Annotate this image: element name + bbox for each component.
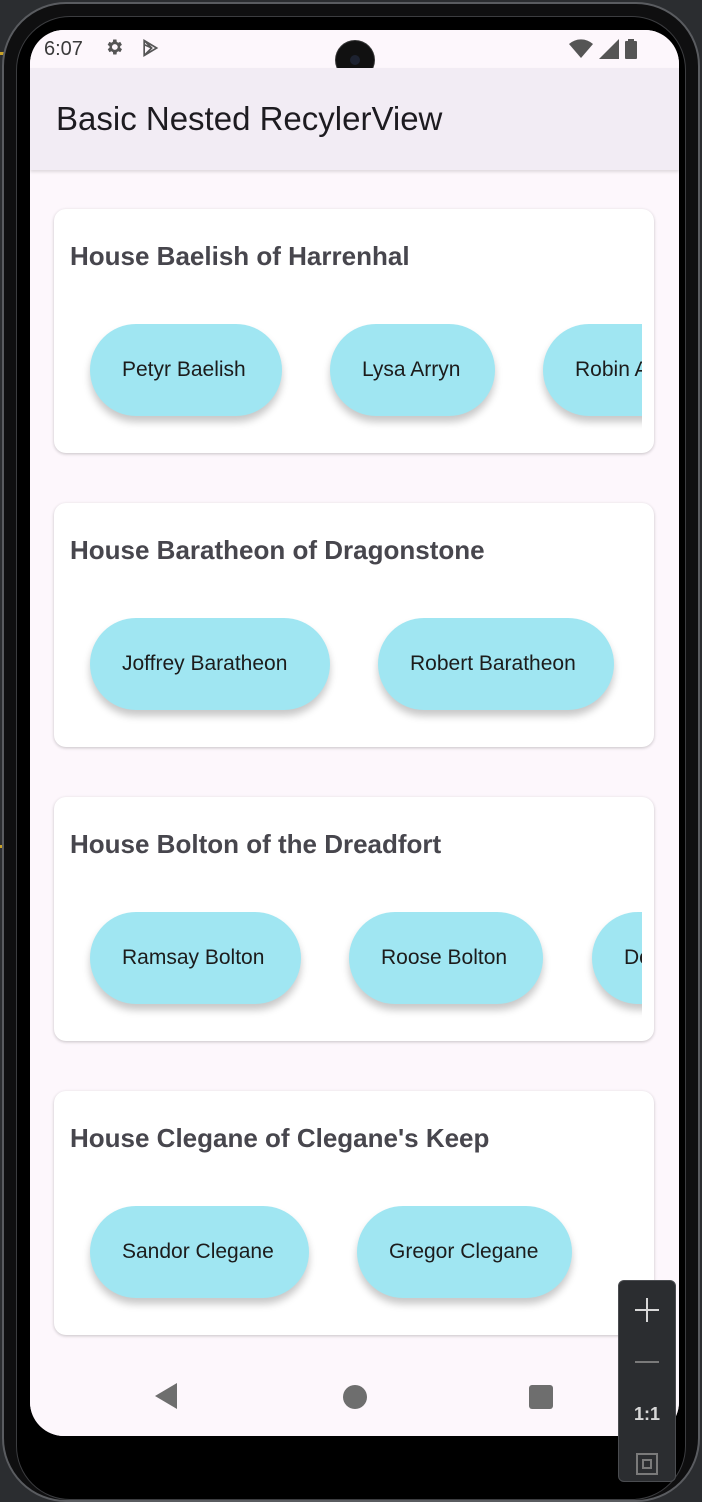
house-card: House Baelish of Harrenhal Petyr Baelish… bbox=[54, 209, 654, 453]
member-row[interactable]: Petyr Baelish Lysa Arryn Robin Arryn bbox=[70, 324, 642, 434]
navigation-bar bbox=[30, 1358, 679, 1436]
member-chip[interactable]: Gregor Clegane bbox=[357, 1206, 572, 1298]
house-title: House Clegane of Clegane's Keep bbox=[70, 1123, 490, 1153]
house-title: House Bolton of the Dreadfort bbox=[70, 829, 442, 859]
member-row[interactable]: Ramsay Bolton Roose Bolton Domeric Bolto… bbox=[70, 912, 642, 1022]
house-card: House Clegane of Clegane's Keep Sandor C… bbox=[54, 1091, 654, 1335]
recents-icon[interactable] bbox=[529, 1385, 553, 1409]
zoom-fit-button[interactable] bbox=[619, 1439, 675, 1489]
fit-screen-icon bbox=[636, 1453, 658, 1475]
member-row[interactable]: Sandor Clegane Gregor Clegane bbox=[70, 1206, 642, 1316]
member-chip[interactable]: Robert Baratheon bbox=[378, 618, 614, 710]
member-row[interactable]: Joffrey Baratheon Robert Baratheon bbox=[70, 618, 642, 728]
member-chip[interactable]: Roose Bolton bbox=[349, 912, 543, 1004]
emulator-zoom-controls: 1:1 bbox=[618, 1280, 676, 1482]
member-chip[interactable]: Petyr Baelish bbox=[90, 324, 282, 416]
house-title: House Baratheon of Dragonstone bbox=[70, 535, 485, 565]
house-card: House Bolton of the Dreadfort Ramsay Bol… bbox=[54, 797, 654, 1041]
back-icon[interactable] bbox=[154, 1382, 178, 1410]
zoom-reset-button[interactable]: 1:1 bbox=[619, 1389, 675, 1439]
device-screen: 6:07 Basic Nested RecylerView House Bael… bbox=[30, 30, 679, 1436]
member-chip[interactable]: Domeric Bolton bbox=[592, 912, 642, 1004]
house-list[interactable]: House Baelish of Harrenhal Petyr Baelish… bbox=[30, 170, 679, 1360]
house-title: House Baelish of Harrenhal bbox=[70, 241, 410, 271]
status-time: 6:07 bbox=[44, 38, 83, 60]
home-icon[interactable] bbox=[343, 1385, 367, 1409]
wifi-icon bbox=[569, 39, 593, 58]
member-chip[interactable]: Robin Arryn bbox=[543, 324, 642, 416]
play-store-icon bbox=[143, 39, 159, 57]
member-chip[interactable]: Ramsay Bolton bbox=[90, 912, 301, 1004]
zoom-reset-label: 1:1 bbox=[633, 1403, 660, 1424]
member-chip[interactable]: Lysa Arryn bbox=[330, 324, 495, 416]
battery-icon bbox=[625, 39, 637, 59]
app-title: Basic Nested RecylerView bbox=[56, 100, 443, 137]
status-bar: 6:07 bbox=[30, 30, 679, 79]
app-bar: Basic Nested RecylerView bbox=[30, 68, 679, 170]
house-card: House Baratheon of Dragonstone Joffrey B… bbox=[54, 503, 654, 747]
minus-icon bbox=[635, 1361, 659, 1363]
member-chip[interactable]: Joffrey Baratheon bbox=[90, 618, 330, 710]
status-right-icons bbox=[569, 39, 637, 59]
gear-icon bbox=[107, 39, 122, 55]
zoom-in-button[interactable] bbox=[619, 1285, 675, 1335]
signal-icon bbox=[599, 39, 619, 59]
zoom-out-button[interactable] bbox=[619, 1337, 675, 1387]
plus-icon bbox=[635, 1298, 659, 1322]
member-chip[interactable]: Sandor Clegane bbox=[90, 1206, 309, 1298]
